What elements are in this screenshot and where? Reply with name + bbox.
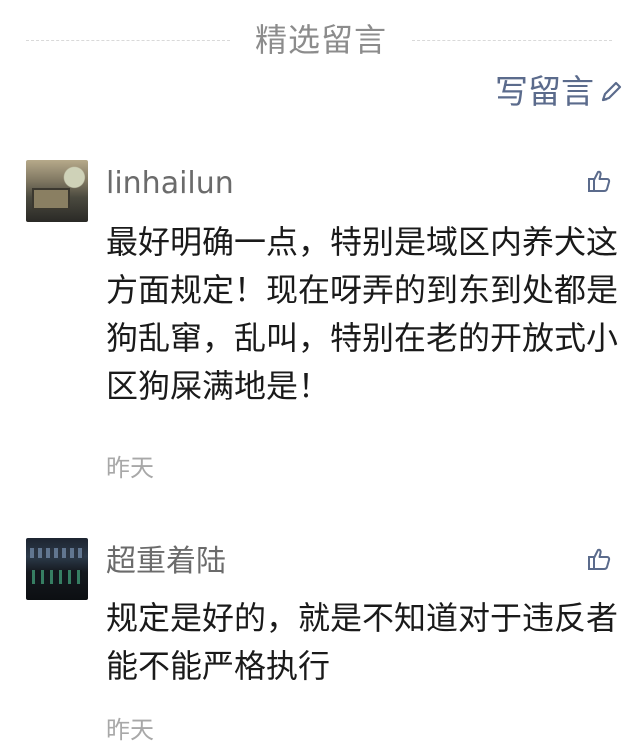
write-comment-label: 写留言	[495, 72, 594, 111]
write-comment-button[interactable]: 写留言	[495, 70, 624, 114]
comments-section-header: 精选留言	[0, 0, 640, 76]
thumbs-up-icon[interactable]	[586, 546, 612, 572]
avatar[interactable]	[26, 538, 88, 600]
comment-time: 昨天	[106, 716, 154, 744]
comment-text: 最好明确一点，特别是域区内养犬这方面规定！现在呀弄的到东到处都是狗乱窜，乱叫，特…	[106, 223, 619, 405]
thumbs-up-icon[interactable]	[586, 168, 612, 194]
section-title: 精选留言	[254, 21, 387, 59]
header-divider-left	[26, 40, 230, 41]
pencil-icon	[598, 79, 624, 105]
comment-nickname: linhailun	[106, 166, 234, 201]
header-divider-right	[412, 40, 612, 41]
comment-nickname: 超重着陆	[106, 544, 226, 579]
comment-text: 规定是好的，就是不知道对于违反者能不能严格执行	[106, 599, 619, 685]
avatar[interactable]	[26, 160, 88, 222]
comment-time: 昨天	[106, 454, 154, 482]
